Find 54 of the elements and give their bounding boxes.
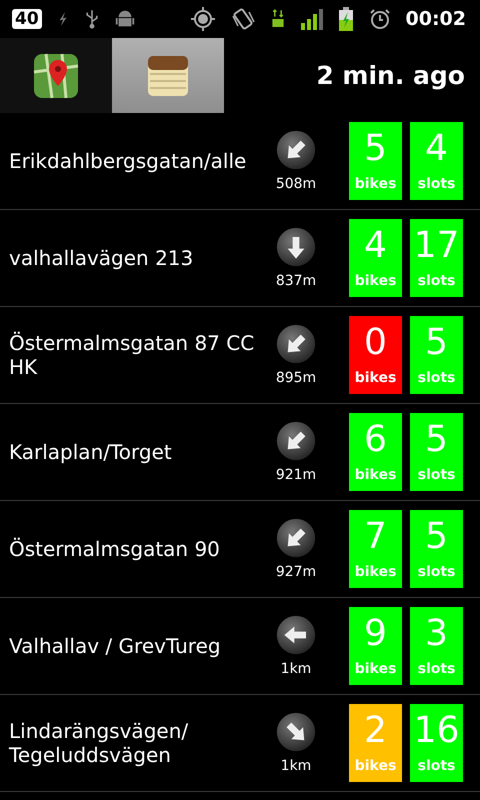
slots-count: 5 [425,321,448,365]
slots-label: slots [418,273,456,289]
battery-charging-icon [338,6,354,32]
distance-text: 1km [280,661,312,677]
station-name: Östermalmsgatan 87 CC HK [8,331,256,379]
station-name: valhallavägen 213 [8,246,194,270]
slots-label: slots [418,564,456,580]
bikes-label: bikes [354,661,396,677]
bikes-count: 5 [364,127,387,171]
bikes-count: 2 [364,709,387,753]
bikes-label: bikes [354,564,396,580]
station-name: Karlaplan/Torget [8,440,173,464]
bikes-count: 9 [364,612,387,656]
clock-time: 00:02 [406,8,466,30]
slots-label: slots [418,758,456,774]
signal-icon [300,7,324,31]
notification-count: 40 [12,9,42,29]
bikes-count: 6 [364,418,387,462]
slots-count: 5 [425,418,448,462]
station-name: Erikdahlbergsgatan/alle [8,149,248,173]
vibrate-icon [230,6,256,32]
slots-label: slots [418,370,456,386]
slots-count: 4 [425,127,448,171]
distance-text: 921m [276,467,316,483]
bikes-count: 4 [364,224,387,268]
slots-count: 5 [425,515,448,559]
slots-label: slots [418,467,456,483]
bikes-label: bikes [354,758,396,774]
slots-count: 16 [414,709,460,753]
usb-icon [84,7,100,31]
bikes-label: bikes [354,176,396,192]
bikes-count: 7 [364,515,387,559]
station-name: Valhallav / GrevTureg [8,634,222,658]
tab[interactable] [112,38,224,113]
distance-text: 837m [276,273,316,289]
slots-count: 17 [414,224,460,268]
distance-text: 508m [276,176,316,192]
gps-icon [190,6,216,32]
bikes-label: bikes [354,370,396,386]
distance-text: 1km [280,758,312,774]
station-name: Östermalmsgatan 90 [8,537,221,561]
bikes-label: bikes [354,273,396,289]
distance-text: 927m [276,564,316,580]
map-pin-icon [32,52,80,100]
tab[interactable] [0,38,112,113]
station-name: Lindarängsvägen/ Tegeluddsvägen [8,719,190,767]
bikes-count: 0 [364,321,387,365]
slots-label: slots [418,661,456,677]
slots-label: slots [418,176,456,192]
distance-text: 895m [276,370,316,386]
slots-count: 3 [425,612,448,656]
bikes-label: bikes [354,467,396,483]
last-updated-text: 2 min. ago [315,61,466,90]
alarm-clock-icon [368,7,392,31]
